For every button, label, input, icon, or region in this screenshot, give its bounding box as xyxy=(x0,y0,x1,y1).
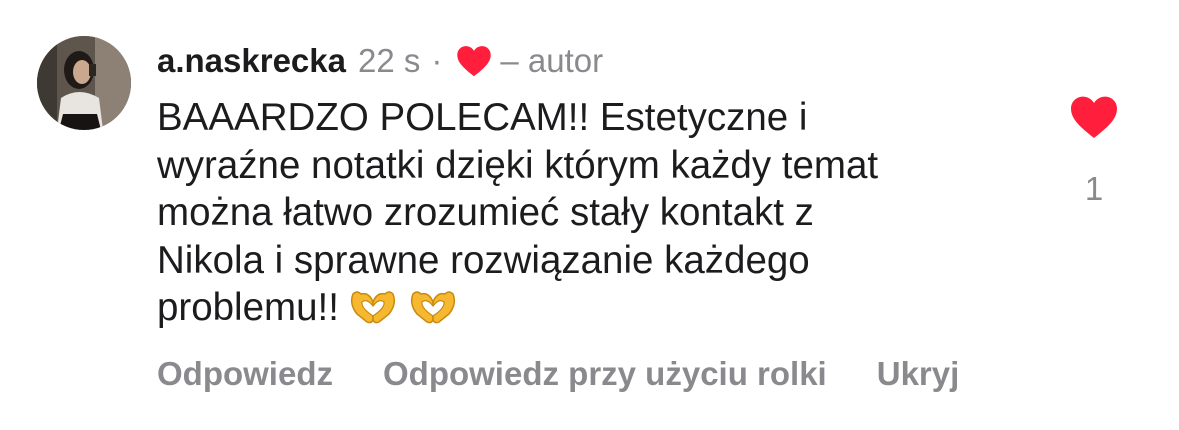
comment-actions: Odpowiedz Odpowiedz przy użyciu rolki Uk… xyxy=(157,355,1009,393)
comment-text-line: wyraźne notatki dzięki którym każdy tema… xyxy=(157,143,879,187)
separator: · xyxy=(431,42,443,79)
like-count[interactable]: 1 xyxy=(1070,170,1118,208)
comment-meta: a.naskrecka 22 s · – autor xyxy=(157,38,603,84)
author-liked-heart-icon xyxy=(456,45,492,77)
comment-text-line: można łatwo zrozumieć stały kontakt z xyxy=(157,191,814,234)
username[interactable]: a.naskrecka xyxy=(157,42,346,80)
hide-button[interactable]: Ukryj xyxy=(877,355,960,393)
comment: a.naskrecka 22 s · – autor BAAARDZO POLE… xyxy=(0,0,1179,430)
like-heart-icon[interactable] xyxy=(1070,95,1118,139)
timestamp: 22 s xyxy=(358,42,421,79)
heart-hands-emoji-icon xyxy=(347,286,399,326)
comment-text: BAAARDZO POLECAM!! Estetyczne i wyraźne … xyxy=(157,94,1037,332)
comment-text-line: BAAARDZO POLECAM!! Estetyczne i xyxy=(157,96,808,139)
author-label: – autor xyxy=(500,42,604,79)
comment-text-line: Nikola i sprawne rozwiązanie każdego xyxy=(157,238,810,282)
avatar[interactable] xyxy=(37,36,131,130)
reply-with-reel-button[interactable]: Odpowiedz przy użyciu rolki xyxy=(383,355,827,393)
reply-button[interactable]: Odpowiedz xyxy=(157,355,333,393)
heart-hands-emoji-icon xyxy=(407,286,459,326)
comment-text-line: problemu!! xyxy=(157,286,339,329)
avatar-photo xyxy=(37,36,131,130)
